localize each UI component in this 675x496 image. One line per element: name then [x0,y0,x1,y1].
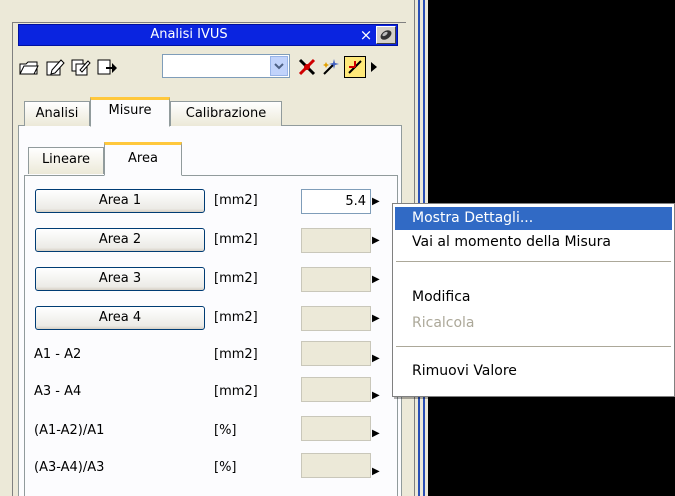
a1-a2-label: A1 - A2 [34,347,82,362]
menu-item-vai-al-momento[interactable]: Vai al momento della Misura [395,231,672,254]
area-2-button[interactable]: Area 2 [35,228,205,252]
menu-separator [396,346,671,347]
edit-all-icon[interactable] [70,56,92,78]
diagram-icon[interactable] [344,56,366,78]
row-menu-arrow-icon[interactable]: ▶ [372,196,382,208]
a3-a4-label: A3 - A4 [34,384,82,399]
area-1-value[interactable]: 5.4 [301,189,371,214]
area-2-value[interactable] [301,228,371,253]
area-subtab-page [24,175,398,496]
unit-label: [mm2] [214,193,258,208]
measure-icon[interactable] [296,56,318,78]
row-menu-arrow-icon[interactable]: ▶ [372,466,382,478]
unit-label: [%] [214,460,237,475]
a3-a4-ratio-label: (A3-A4)/A3 [34,460,105,475]
area-1-button[interactable]: Area 1 [35,189,205,213]
menu-item-mostra-dettagli[interactable]: Mostra Dettagli... [395,207,672,230]
panel-title: Analisi IVUS [150,27,228,42]
area-4-button[interactable]: Area 4 [35,306,205,330]
edit-icon[interactable] [44,56,66,78]
row-menu-arrow-icon[interactable]: ▶ [372,390,382,402]
open-folder-icon[interactable] [18,56,40,78]
panel-title-bar[interactable]: Analisi IVUS × [18,24,398,46]
a3-a4-ratio-value[interactable] [301,453,371,478]
export-icon[interactable] [96,56,118,78]
unit-label: [mm2] [214,384,258,399]
menu-item-rimuovi-valore[interactable]: Rimuovi Valore [395,360,672,383]
menu-separator [396,261,671,262]
pin-button[interactable] [376,26,396,44]
a1-a2-ratio-label: (A1-A2)/A1 [34,423,105,438]
tab-analisi[interactable]: Analisi [24,101,90,126]
area-3-button[interactable]: Area 3 [35,267,205,291]
tab-misure[interactable]: Misure [90,97,170,127]
tab-lineare[interactable]: Lineare [28,147,104,174]
tab-calibrazione[interactable]: Calibrazione [170,101,282,126]
a1-a2-value[interactable] [301,341,371,366]
row-menu-arrow-icon[interactable]: ▶ [372,274,382,286]
row-menu-arrow-icon[interactable]: ▶ [372,313,382,325]
menu-item-modifica[interactable]: Modifica [395,286,672,309]
row-menu-arrow-icon[interactable]: ▶ [372,353,382,365]
a3-a4-value[interactable] [301,377,371,402]
unit-label: [mm2] [214,347,258,362]
row-menu-arrow-icon[interactable]: ▶ [372,235,382,247]
chevron-down-icon[interactable] [270,56,288,76]
wand-icon[interactable] [320,56,342,78]
measure-select[interactable] [162,54,290,78]
pin-icon [380,30,392,40]
more-arrow-icon[interactable] [368,56,380,78]
menu-item-ricalcola: Ricalcola [412,315,475,331]
unit-label: [mm2] [214,232,258,247]
unit-label: [mm2] [214,310,258,325]
tab-area[interactable]: Area [104,142,182,176]
area-4-value[interactable] [301,306,371,331]
context-menu: Mostra Dettagli... Vai al momento della … [392,203,675,397]
area-3-value[interactable] [301,267,371,292]
row-menu-arrow-icon[interactable]: ▶ [372,428,382,440]
a1-a2-ratio-value[interactable] [301,416,371,441]
close-button[interactable]: × [359,26,373,44]
unit-label: [%] [214,423,237,438]
unit-label: [mm2] [214,271,258,286]
